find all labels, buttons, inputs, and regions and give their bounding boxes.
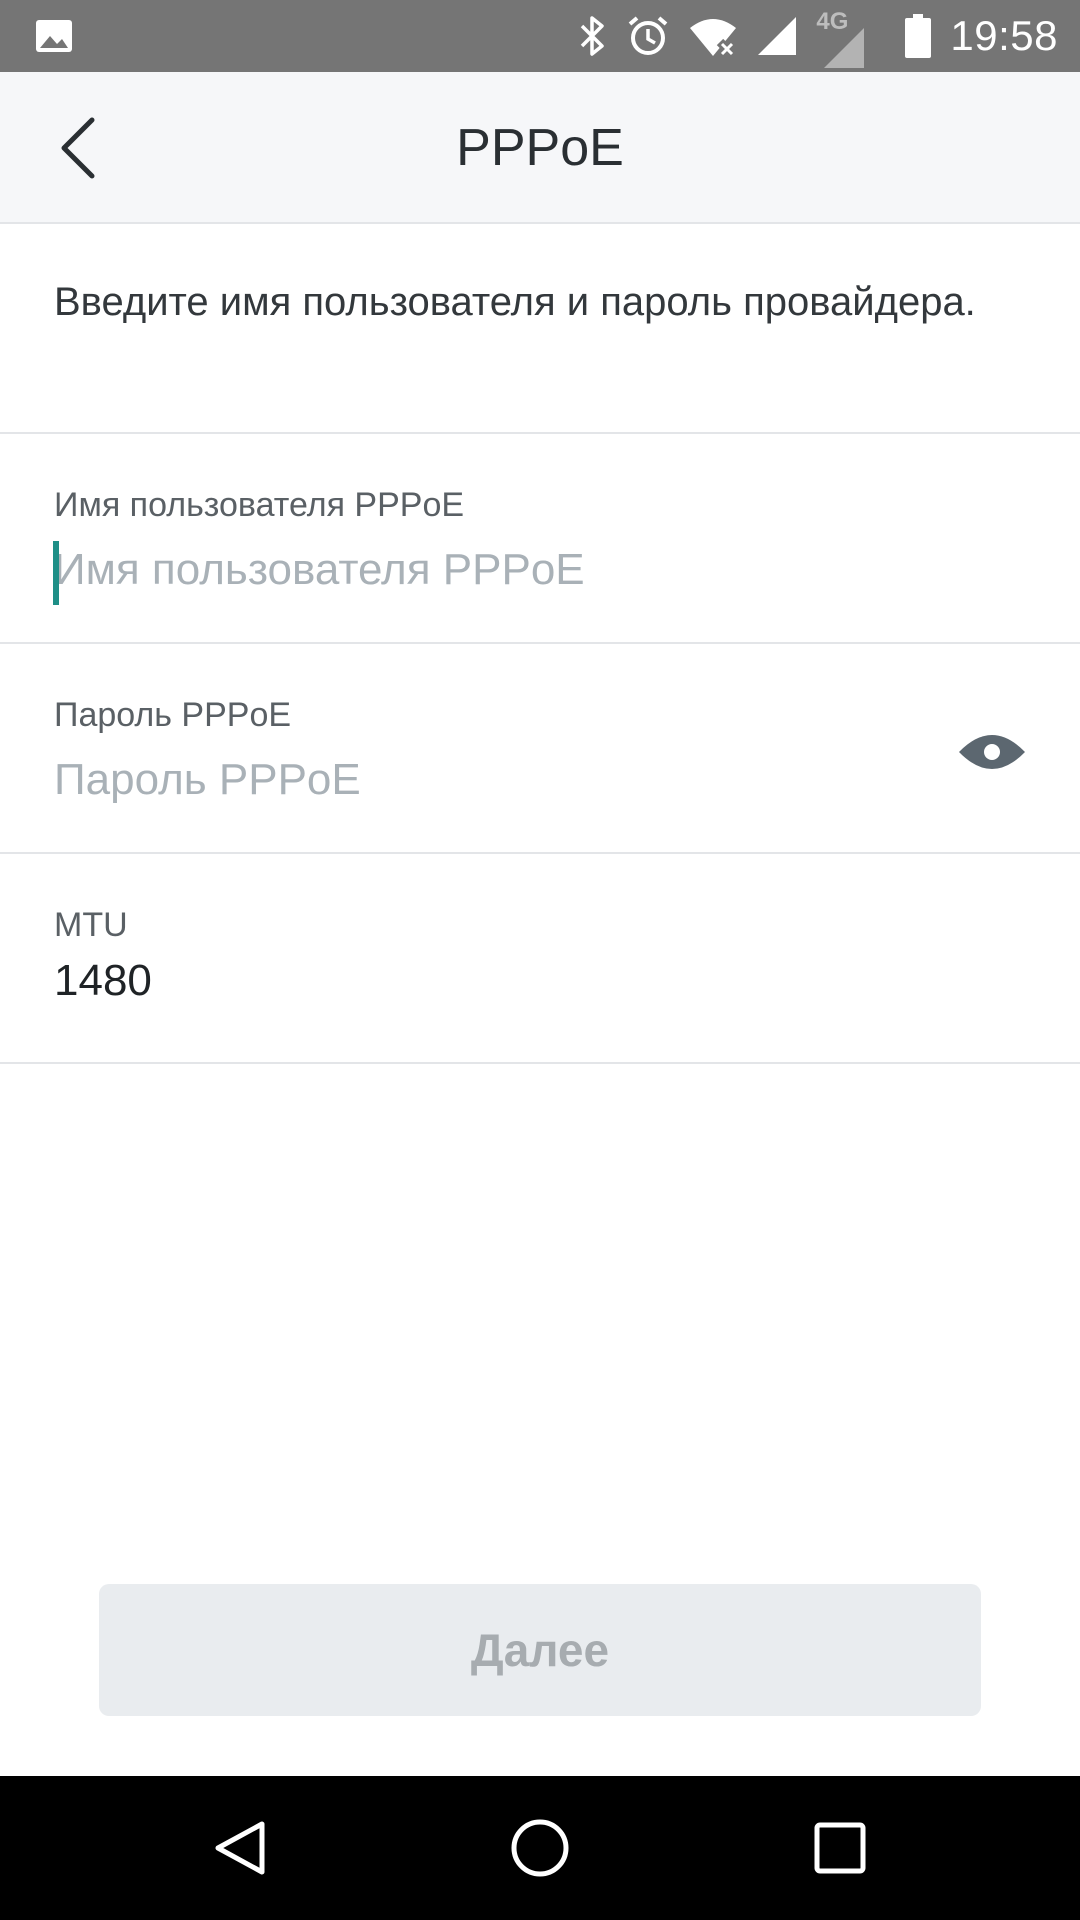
show-password-button[interactable] bbox=[954, 724, 1030, 780]
username-input[interactable] bbox=[54, 534, 934, 606]
password-field-row: Пароль PPPoE bbox=[0, 644, 1080, 854]
alarm-icon bbox=[626, 0, 670, 72]
page-title: PPPoE bbox=[456, 119, 624, 177]
username-label: Имя пользователя PPPoE bbox=[54, 486, 465, 524]
mtu-value[interactable]: 1480 bbox=[54, 956, 152, 1006]
nav-recents-button[interactable] bbox=[804, 1812, 876, 1884]
bluetooth-icon bbox=[578, 0, 608, 72]
screen: 4G 19:58 PPPoE Введите имя пользователя … bbox=[0, 0, 1080, 1920]
password-label: Пароль PPPoE bbox=[54, 696, 292, 734]
back-triangle-icon bbox=[215, 1821, 265, 1875]
wifi-off-icon bbox=[688, 0, 738, 72]
mtu-field-row[interactable]: MTU 1480 bbox=[0, 854, 1080, 1064]
next-button[interactable]: Далее bbox=[99, 1584, 981, 1716]
signal-icon bbox=[756, 0, 798, 72]
image-icon bbox=[34, 16, 74, 56]
battery-icon bbox=[904, 0, 932, 72]
navigation-bar bbox=[0, 1776, 1080, 1920]
app-bar: PPPoE bbox=[0, 72, 1080, 224]
status-bar: 4G 19:58 bbox=[0, 0, 1080, 72]
text-cursor bbox=[53, 541, 59, 605]
eye-icon bbox=[959, 735, 1025, 769]
username-field-row: Имя пользователя PPPoE bbox=[0, 434, 1080, 644]
signal-4g-icon: 4G bbox=[816, 0, 866, 72]
intro-section: Введите имя пользователя и пароль провай… bbox=[0, 224, 1080, 434]
nav-back-button[interactable] bbox=[204, 1812, 276, 1884]
nav-home-button[interactable] bbox=[504, 1812, 576, 1884]
mtu-label: MTU bbox=[54, 906, 128, 944]
status-icons: 4G 19:58 bbox=[578, 0, 1058, 72]
clock: 19:58 bbox=[950, 12, 1058, 59]
recents-square-icon bbox=[814, 1822, 866, 1874]
home-circle-icon bbox=[511, 1819, 569, 1877]
intro-text: Введите имя пользователя и пароль провай… bbox=[54, 280, 976, 324]
password-input[interactable] bbox=[54, 744, 934, 816]
